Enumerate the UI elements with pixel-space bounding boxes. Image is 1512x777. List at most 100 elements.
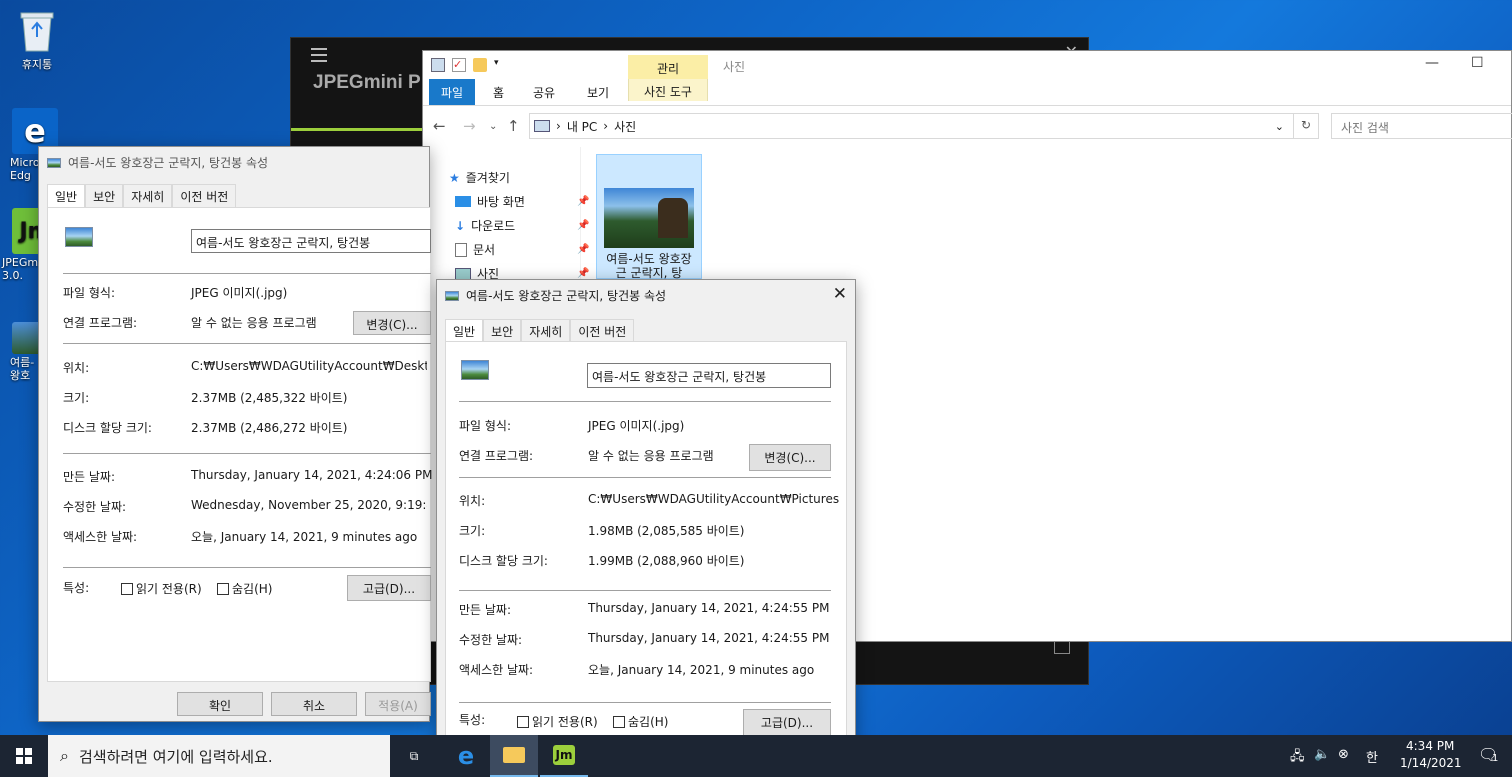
task-view-icon[interactable]: ⧉ (390, 735, 438, 777)
accessed-label: 액세스한 날짜: (63, 530, 138, 544)
nav-item-documents[interactable]: 문서 📌 (455, 241, 589, 258)
back-icon[interactable]: ← (433, 117, 446, 135)
image-file-icon (461, 360, 489, 380)
breadcrumb-pictures[interactable]: 사진 (614, 118, 636, 135)
pictures-icon (455, 267, 471, 280)
taskbar-search[interactable]: ⌕ 검색하려면 여기에 입력하세요. (48, 735, 390, 777)
volume-icon[interactable]: 🔈 (1314, 747, 1330, 762)
nav-quick-access-label: 즐겨찾기 (465, 171, 510, 185)
file-explorer-taskbar-icon[interactable] (490, 735, 538, 777)
pc-icon (534, 120, 550, 132)
properties-icon[interactable]: ✓ (452, 58, 466, 72)
jpegmini-shortcut[interactable]: Jm JPEGm 3.0. (0, 208, 58, 282)
forward-icon[interactable]: → (463, 117, 476, 135)
up-icon[interactable]: ↑ (507, 117, 520, 135)
address-bar[interactable]: › 내 PC › 사진 ⌄ (529, 113, 1319, 139)
download-icon: ↓ (455, 218, 466, 233)
close-icon[interactable]: ✕ (833, 284, 847, 304)
clock-date[interactable]: 1/14/2021 (1400, 756, 1462, 770)
image-file-icon (445, 290, 459, 301)
file-name-field[interactable]: 여름-서도 왕호장근 군락지, 탕건봉 (587, 363, 831, 388)
cancel-button[interactable]: 취소 (271, 692, 357, 716)
disk-size-value: 2.37MB (2,486,272 바이트) (191, 421, 348, 435)
search-input[interactable]: 사진 검색 (1331, 113, 1512, 139)
tab-view[interactable]: 보기 (575, 79, 621, 105)
size-label: 크기: (459, 524, 486, 538)
dialog-title: 여름-서도 왕호장근 군락지, 탕건봉 속성 (466, 289, 667, 303)
tab-file[interactable]: 파일 (429, 79, 476, 105)
created-value: Thursday, January 14, 2021, 4:24:55 PM (588, 601, 830, 615)
dialog-title: 여름-서도 왕호장근 군락지, 탕건봉 속성 (68, 156, 269, 170)
location-label: 위치: (63, 361, 90, 375)
recycle-bin-icon[interactable]: 휴지통 (2, 8, 72, 72)
advanced-button[interactable]: 고급(D)... (347, 575, 431, 601)
error-icon[interactable]: ⊗ (1338, 747, 1349, 762)
modified-value: Wednesday, November 25, 2020, 9:19:48 P (191, 498, 427, 512)
nav-item-desktop[interactable]: 바탕 화면 📌 (455, 193, 589, 210)
jpegmini-taskbar-icon[interactable]: Jm (540, 735, 588, 777)
dialog-title-bar: 여름-서도 왕호장근 군락지, 탕건봉 속성 (445, 287, 666, 304)
quick-access-toolbar: ✓ ▾ (431, 58, 499, 72)
nav-item-documents-label: 문서 (473, 243, 496, 257)
context-tab-manage[interactable]: 관리 (628, 55, 708, 79)
chevron-right-icon: › (603, 119, 609, 133)
file-item[interactable]: 여름-서도 왕호장근 군락지, 탕 (596, 154, 702, 280)
menu-icon[interactable] (311, 48, 327, 66)
opens-with-value: 알 수 없는 응용 프로그램 (191, 316, 317, 330)
hidden-checkbox[interactable]: 숨김(H) (217, 580, 272, 597)
start-button[interactable] (0, 735, 48, 777)
tab-home[interactable]: 홈 (481, 79, 516, 105)
new-folder-icon[interactable] (473, 58, 487, 72)
minimize-icon[interactable]: — (1425, 55, 1439, 71)
image-shortcut[interactable]: 여름- 왕호 (2, 322, 42, 382)
refresh-icon[interactable]: ↻ (1293, 113, 1319, 139)
readonly-checkbox[interactable]: 읽기 전용(R) (121, 580, 202, 597)
advanced-button[interactable]: 고급(D)... (743, 709, 831, 736)
properties-dialog-desktop: 여름-서도 왕호장근 군락지, 탕건봉 속성 일반 보안 자세히 이전 버전 여… (38, 146, 432, 722)
trash-icon (14, 8, 60, 54)
disk-size-value: 1.99MB (2,088,960 바이트) (588, 554, 745, 568)
ok-button[interactable]: 확인 (177, 692, 263, 716)
file-type-label: 파일 형식: (63, 286, 116, 300)
divider (459, 401, 831, 402)
address-dropdown-icon[interactable]: ⌄ (1275, 120, 1284, 133)
nav-item-downloads-label: 다운로드 (471, 219, 516, 233)
chevron-right-icon: › (556, 119, 561, 133)
network-icon[interactable]: 🖧 (1290, 747, 1305, 769)
jpegmini-taskbar-label: Jm (552, 745, 576, 765)
size-value: 1.98MB (2,085,585 바이트) (588, 524, 745, 538)
change-button[interactable]: 변경(C)... (353, 311, 431, 335)
jpegmini-brand: JPEGmini P (313, 72, 421, 93)
expand-icon[interactable] (1054, 640, 1070, 654)
hidden-checkbox[interactable]: 숨김(H) (613, 713, 668, 730)
maximize-icon[interactable]: ☐ (1471, 55, 1484, 71)
readonly-checkbox[interactable]: 읽기 전용(R) (517, 713, 598, 730)
size-value: 2.37MB (2,485,322 바이트) (191, 391, 348, 405)
nav-quick-access[interactable]: ★ 즐겨찾기 (449, 169, 510, 186)
file-type-value: JPEG 이미지(.jpg) (191, 286, 288, 300)
general-panel (47, 207, 431, 682)
apply-button[interactable]: 적용(A) (365, 692, 431, 716)
change-button[interactable]: 변경(C)... (749, 444, 831, 471)
checkbox-icon (517, 716, 529, 728)
windows-logo-icon (16, 748, 32, 764)
jpegmini-label: JPEGm 3.0. (2, 256, 39, 282)
divider (459, 590, 831, 591)
edge-taskbar-icon[interactable]: e (442, 735, 490, 777)
ime-indicator[interactable]: 한 (1366, 747, 1378, 766)
qat-dropdown-icon[interactable]: ▾ (494, 58, 499, 72)
file-name-field[interactable]: 여름-서도 왕호장근 군락지, 탕건봉 (191, 229, 431, 253)
checkbox-icon (121, 583, 133, 595)
clock-time[interactable]: 4:34 PM (1406, 739, 1454, 753)
nav-item-downloads[interactable]: ↓ 다운로드 📌 (455, 217, 589, 234)
pin-icon: 📌 (577, 244, 590, 255)
desktop-icon (455, 196, 471, 207)
breadcrumb-this-pc[interactable]: 내 PC (567, 118, 597, 135)
edge-shortcut[interactable]: e Micro Edg (2, 108, 58, 182)
disk-size-label: 디스크 할당 크기: (459, 554, 548, 568)
tab-share[interactable]: 공유 (521, 79, 567, 105)
recent-dropdown-icon[interactable]: ⌄ (489, 121, 497, 132)
file-item-label: 여름-서도 왕호장근 군락지, 탕 (606, 252, 692, 280)
pin-icon: 📌 (577, 268, 590, 279)
image-label: 여름- 왕호 (10, 356, 35, 382)
